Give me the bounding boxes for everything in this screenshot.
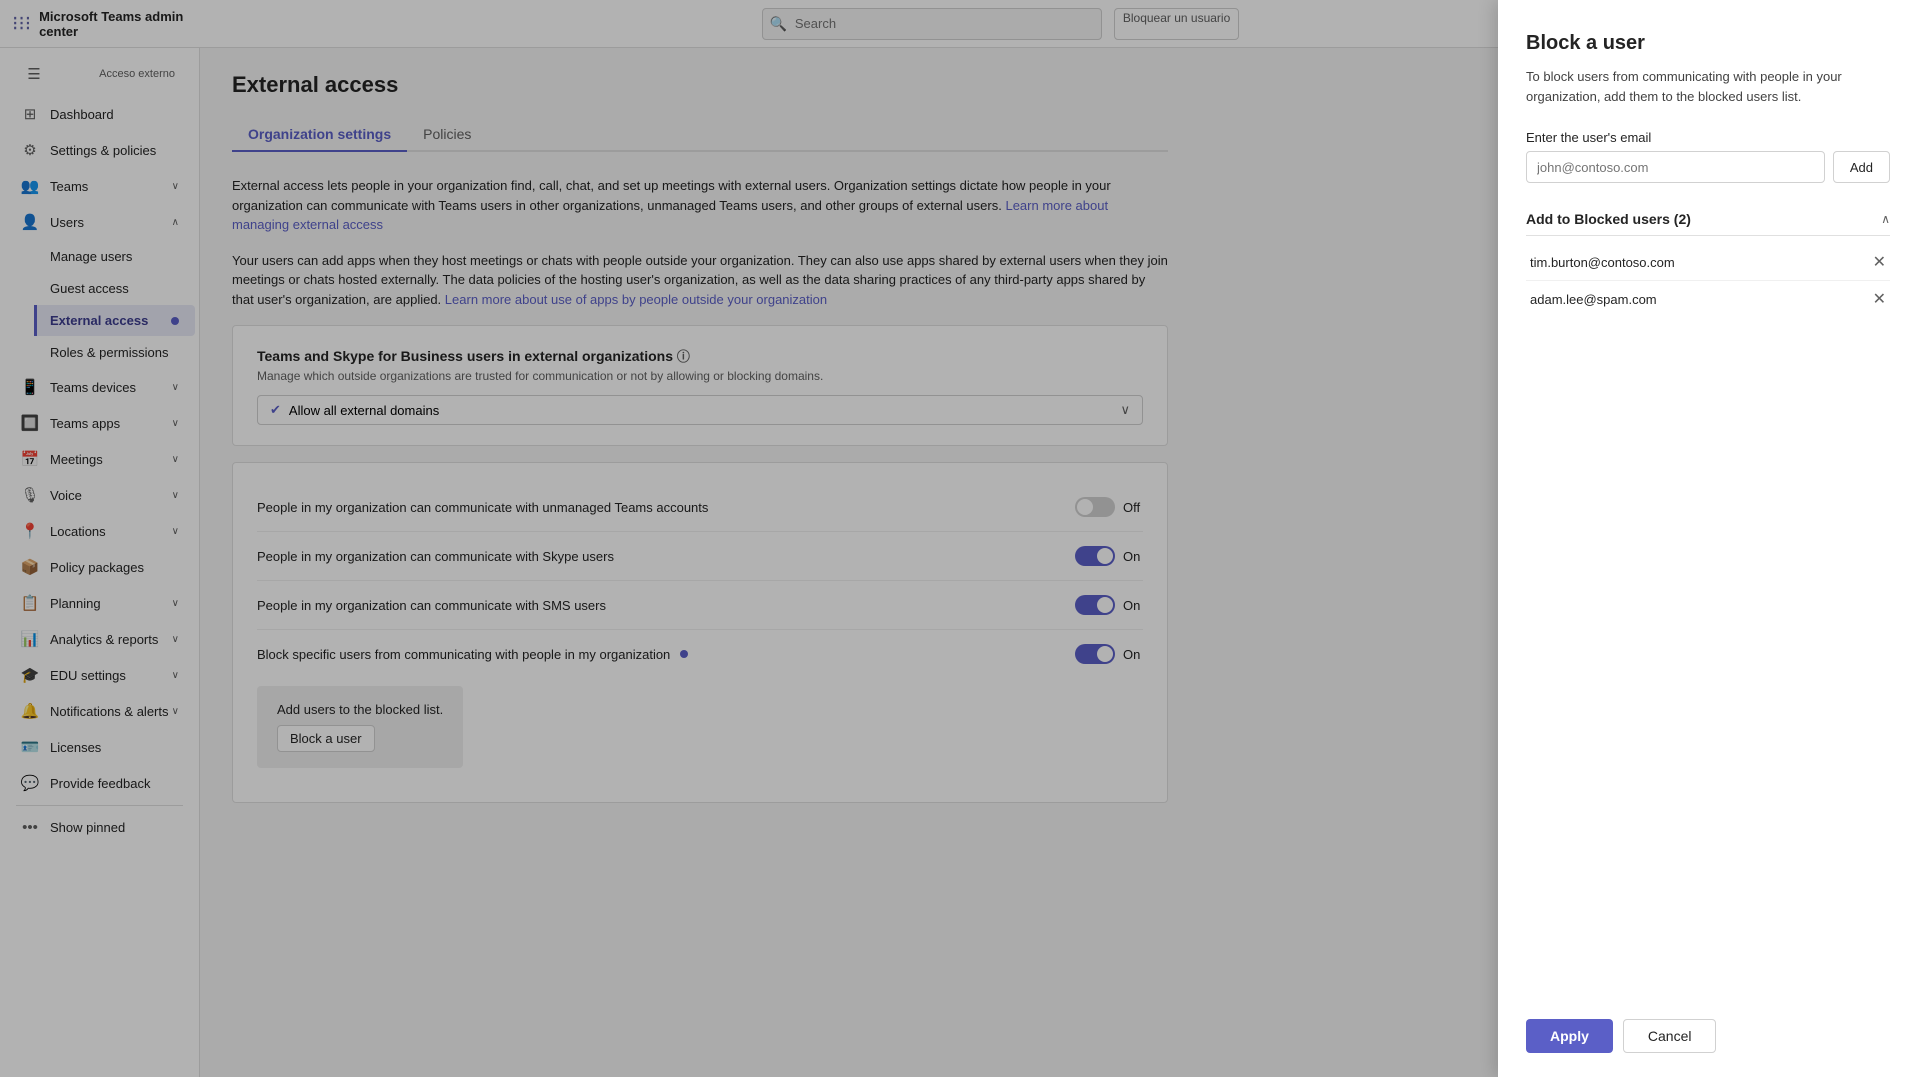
panel-title: Block a user	[1526, 32, 1890, 55]
blocked-user-row: tim.burton@contoso.com ✕	[1526, 244, 1890, 281]
cancel-button[interactable]: Cancel	[1623, 1019, 1717, 1053]
blocked-section-chevron-icon: ∧	[1881, 212, 1890, 226]
blocked-user-email: adam.lee@spam.com	[1530, 292, 1657, 307]
apply-button[interactable]: Apply	[1526, 1019, 1613, 1053]
panel-footer: Apply Cancel	[1526, 1019, 1890, 1053]
block-user-panel: Block a user To block users from communi…	[1498, 0, 1918, 1077]
email-input[interactable]	[1526, 151, 1825, 183]
blocked-user-email: tim.burton@contoso.com	[1530, 255, 1675, 270]
blocked-section-header[interactable]: Add to Blocked users (2) ∧	[1526, 203, 1890, 236]
email-label: Enter the user's email	[1526, 130, 1890, 145]
add-email-button[interactable]: Add	[1833, 151, 1890, 183]
blocked-users-list: tim.burton@contoso.com ✕ adam.lee@spam.c…	[1526, 244, 1890, 317]
remove-blocked-user-button[interactable]: ✕	[1873, 289, 1886, 309]
blocked-section-title: Add to Blocked users (2)	[1526, 211, 1691, 227]
remove-blocked-user-button[interactable]: ✕	[1873, 252, 1886, 272]
blocked-user-row: adam.lee@spam.com ✕	[1526, 281, 1890, 317]
panel-description: To block users from communicating with p…	[1526, 67, 1890, 106]
email-input-row: Add	[1526, 151, 1890, 183]
